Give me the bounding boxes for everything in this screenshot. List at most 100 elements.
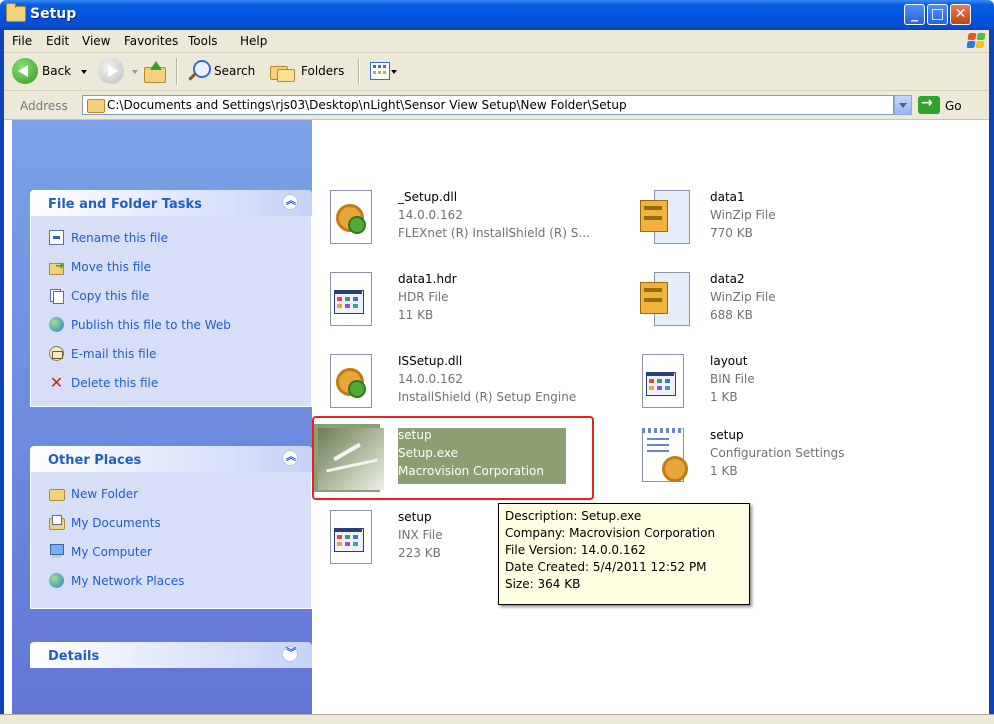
folders-icon[interactable] (270, 62, 295, 82)
dll-gear-icon (326, 354, 380, 408)
place-new-folder[interactable]: New Folder (31, 480, 311, 509)
file-item[interactable]: data2 WinZip File 688 KB (638, 264, 938, 332)
folder-icon (6, 3, 26, 22)
close-button[interactable]: ✕ (950, 4, 971, 25)
task-delete[interactable]: ✕ Delete this file (31, 369, 311, 398)
views-dropdown-icon[interactable] (391, 70, 397, 74)
windows-logo-icon (966, 32, 986, 50)
file-type: WinZip File (710, 290, 776, 304)
address-label: Address (20, 99, 68, 113)
file-item[interactable]: setup Configuration Settings 1 KB (638, 420, 958, 488)
panel-title: Details (48, 649, 100, 664)
folders-button-label[interactable]: Folders (301, 64, 344, 78)
minimize-button[interactable]: _ (904, 4, 925, 25)
forward-dropdown-icon[interactable] (132, 70, 138, 74)
toolbar-separator (358, 58, 360, 85)
go-button-label[interactable]: Go (945, 99, 962, 113)
panel-body: New Folder My Documents My Computer My N… (30, 472, 312, 609)
my-documents-icon (49, 515, 65, 530)
title-bar[interactable]: Setup _ □ ✕ (0, 0, 994, 30)
task-email[interactable]: E-mail this file (31, 340, 311, 369)
task-pane: File and Folder Tasks ︽ Rename this file… (12, 120, 312, 714)
other-places-panel: Other Places ︽ New Folder My Documents M… (30, 446, 312, 609)
file-item[interactable]: layout BIN File 1 KB (638, 346, 938, 414)
file-type: BIN File (710, 372, 755, 386)
generic-file-icon (326, 272, 380, 326)
folder-icon (87, 99, 105, 113)
file-item[interactable]: data1.hdr HDR File 11 KB (326, 264, 626, 332)
file-size: 688 KB (710, 308, 753, 322)
delete-icon: ✕ (49, 373, 64, 392)
task-publish[interactable]: Publish this file to the Web (31, 311, 311, 340)
file-name: ISSetup.dll (398, 354, 463, 368)
address-path[interactable]: C:\Documents and Settings\rjs03\Desktop\… (107, 98, 627, 112)
place-my-documents[interactable]: My Documents (31, 509, 311, 538)
go-arrow-icon[interactable] (918, 95, 940, 114)
place-label: New Folder (71, 487, 139, 501)
email-icon (49, 346, 64, 361)
winzip-icon (638, 190, 692, 244)
file-item[interactable]: data1 WinZip File 770 KB (638, 182, 938, 250)
task-move[interactable]: ➜ Move this file (31, 253, 311, 282)
task-copy[interactable]: Copy this file (31, 282, 311, 311)
menu-view[interactable]: View (82, 34, 110, 48)
address-input[interactable]: C:\Documents and Settings\rjs03\Desktop\… (82, 95, 894, 115)
dll-gear-icon (326, 190, 380, 244)
file-name: setup (398, 510, 432, 524)
expand-icon[interactable]: ︾ (282, 646, 298, 662)
task-rename[interactable]: Rename this file (31, 224, 311, 253)
address-bar: Address C:\Documents and Settings\rjs03\… (0, 91, 994, 120)
generic-file-icon (638, 354, 692, 408)
menu-file[interactable]: File (12, 34, 32, 48)
tooltip-description: Description: Setup.exe (505, 509, 642, 523)
task-label: Copy this file (71, 289, 150, 303)
file-item[interactable]: ISSetup.dll 14.0.0.162 InstallShield (R)… (326, 346, 626, 414)
folder-icon (49, 486, 65, 501)
file-type: WinZip File (710, 208, 776, 222)
address-dropdown-button[interactable] (894, 95, 912, 115)
file-name: _Setup.dll (398, 190, 458, 204)
file-size: 11 KB (398, 308, 434, 322)
toolbar: Back Search Folders (0, 53, 994, 91)
menu-tools[interactable]: Tools (188, 34, 218, 48)
menu-help[interactable]: Help (240, 34, 267, 48)
file-type: 14.0.0.162 (398, 372, 463, 386)
forward-arrow-icon[interactable] (98, 58, 124, 84)
explorer-window: Setup _ □ ✕ File Edit View Favorites Too… (0, 0, 994, 724)
collapse-icon[interactable]: ︽ (282, 450, 298, 466)
place-my-computer[interactable]: My Computer (31, 538, 311, 567)
file-list: _Setup.dll 14.0.0.162 FLEXnet (R) Instal… (312, 120, 994, 714)
search-button-label[interactable]: Search (214, 64, 255, 78)
panel-title: File and Folder Tasks (48, 197, 202, 212)
back-button-label[interactable]: Back (42, 64, 71, 78)
file-item[interactable]: _Setup.dll 14.0.0.162 FLEXnet (R) Instal… (326, 182, 646, 250)
place-label: My Documents (71, 516, 161, 530)
back-dropdown-icon[interactable] (81, 70, 87, 74)
panel-header[interactable]: File and Folder Tasks ︽ (30, 190, 312, 216)
menu-favorites[interactable]: Favorites (124, 34, 178, 48)
file-name: data2 (710, 272, 745, 286)
config-settings-icon (638, 428, 692, 482)
file-name: data1 (710, 190, 745, 204)
file-type: INX File (398, 528, 443, 542)
window-border (0, 30, 4, 723)
maximize-button[interactable]: □ (927, 4, 948, 25)
up-folder-icon[interactable] (144, 61, 166, 83)
tooltip-file-version: File Version: 14.0.0.162 (505, 543, 646, 557)
views-icon[interactable] (370, 62, 390, 80)
search-icon[interactable] (188, 60, 211, 82)
place-label: My Computer (71, 545, 152, 559)
place-my-network-places[interactable]: My Network Places (31, 567, 311, 596)
panel-header[interactable]: Details ︾ (30, 642, 312, 668)
file-name: setup (710, 428, 744, 442)
file-name: layout (710, 354, 748, 368)
back-arrow-icon[interactable] (12, 58, 38, 84)
menu-edit[interactable]: Edit (46, 34, 69, 48)
toolbar-separator (176, 58, 178, 85)
collapse-icon[interactable]: ︽ (282, 194, 298, 210)
file-size: 223 KB (398, 546, 441, 560)
panel-title: Other Places (48, 453, 142, 468)
close-icon: ✕ (954, 6, 967, 22)
panel-header[interactable]: Other Places ︽ (30, 446, 312, 472)
window-title: Setup (30, 6, 77, 22)
